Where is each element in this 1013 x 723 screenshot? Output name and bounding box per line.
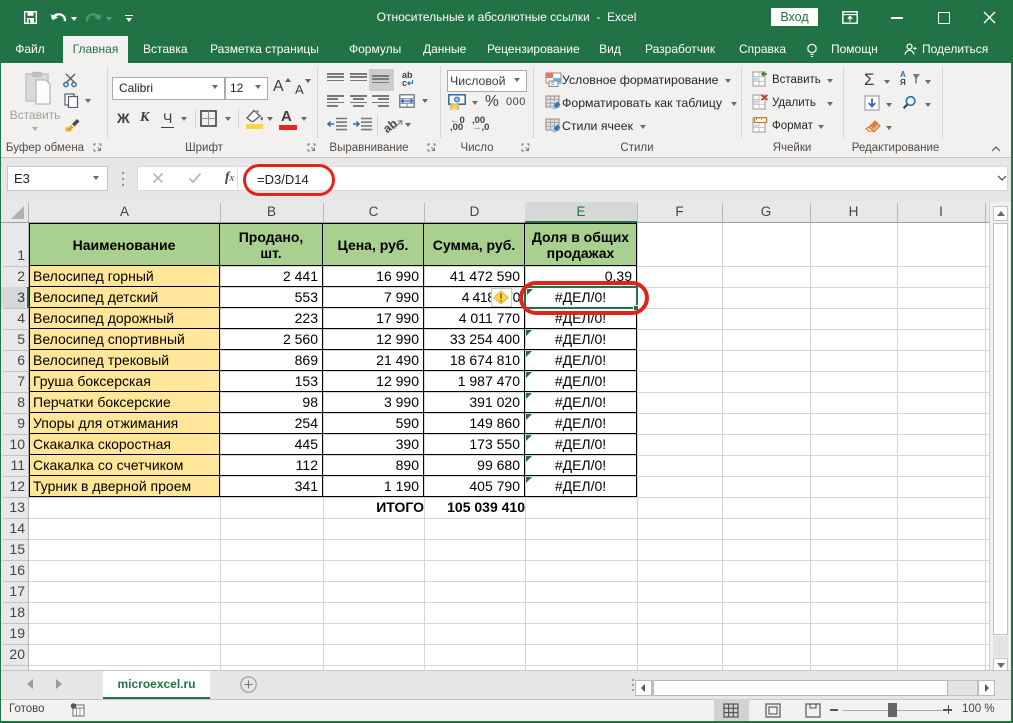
- svg-text:ab: ab: [66, 127, 72, 132]
- svg-text:=: =: [551, 82, 554, 87]
